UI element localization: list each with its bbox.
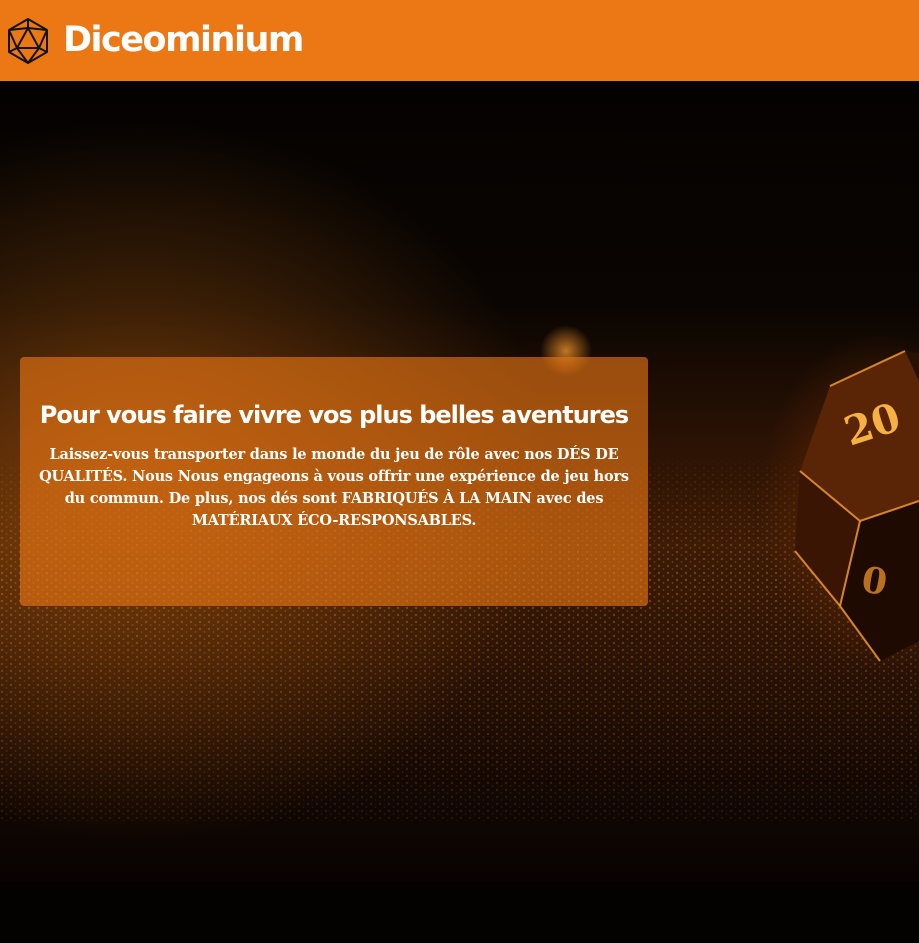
intro-text: Laissez-vous transporter dans le monde d… [39, 445, 629, 529]
hero-section: 20 0 Pour vous faire vivre vos plus bell… [0, 81, 919, 881]
page-bottom [0, 881, 919, 943]
intro-title: Pour vous faire vivre vos plus belles av… [39, 401, 629, 429]
brand-name[interactable]: Diceominium [63, 23, 304, 58]
intro-card: Pour vous faire vivre vos plus belles av… [20, 357, 648, 606]
d20-icon[interactable] [6, 17, 50, 65]
site-header: Diceominium [0, 0, 919, 81]
